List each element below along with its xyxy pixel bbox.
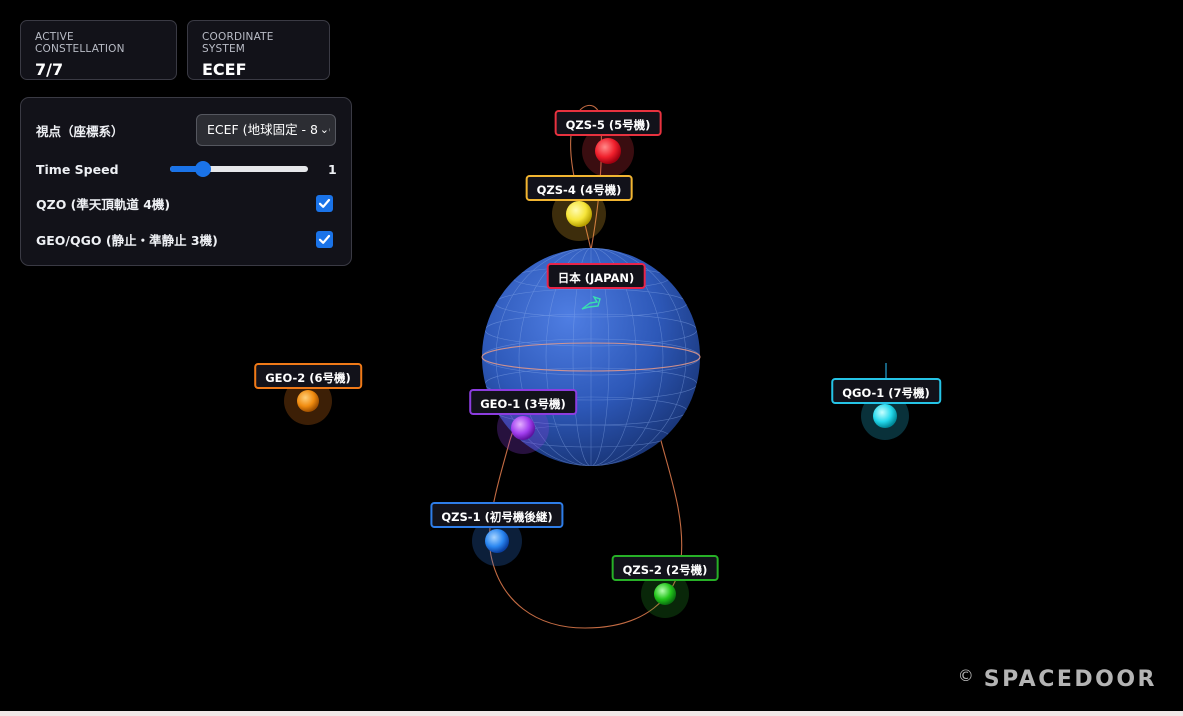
active-constellation-value: 7/7 [35, 60, 64, 79]
slider-thumb[interactable] [195, 161, 212, 177]
control-panel: 視点（座標系） ECEF (地球固定 - 8の ⌄ Time Speed 1 Q… [20, 97, 352, 266]
view-row: 視点（座標系） ECEF (地球固定 - 8の ⌄ [36, 113, 336, 147]
label-qzs-5[interactable]: QZS-5 (5号機) [554, 110, 662, 136]
time-speed-value: 1 [328, 161, 337, 177]
label-qzs-1[interactable]: QZS-1 (初号機後継) [430, 502, 564, 528]
check-icon [318, 198, 331, 208]
label-geo-2[interactable]: GEO-2 (6号機) [254, 363, 362, 389]
label-qzs-2[interactable]: QZS-2 (2号機) [611, 555, 719, 581]
bottom-strip [0, 711, 1183, 716]
label-qgo-1[interactable]: QGO-1 (7号機) [831, 378, 941, 404]
coordinate-system-label: COORDINATE SYSTEM [202, 31, 274, 55]
time-speed-control: 1 [170, 161, 337, 177]
geo-checkbox[interactable] [316, 230, 333, 248]
label-geo-1[interactable]: GEO-1 (3号機) [469, 389, 577, 415]
check-icon [318, 234, 331, 244]
time-speed-row: Time Speed 1 [36, 158, 337, 180]
watermark: © SPACEDOOR [957, 666, 1157, 692]
brand-logo: SPACEDOOR [983, 667, 1157, 692]
active-constellation-card: ACTIVE CONSTELLATION 7/7 [20, 20, 177, 80]
geo-toggle-label: GEO/QGO (静止・準静止 3機) [36, 232, 218, 248]
label-qzs-4[interactable]: QZS-4 (4号機) [525, 175, 633, 201]
qzo-checkbox[interactable] [316, 194, 333, 212]
view-label: 視点（座標系） [36, 123, 124, 139]
viewport[interactable]: ACTIVE CONSTELLATION 7/7 COORDINATE SYST… [0, 0, 1183, 716]
copyright-icon: © [957, 666, 974, 685]
chevron-down-icon: ⌄ [317, 115, 329, 145]
time-speed-label: Time Speed [36, 161, 119, 177]
geo-toggle-row: GEO/QGO (静止・準静止 3機) [36, 228, 336, 250]
coordinate-system-card: COORDINATE SYSTEM ECEF [187, 20, 330, 80]
active-constellation-label: ACTIVE CONSTELLATION [35, 31, 125, 55]
qzo-toggle-label: QZO (準天頂軌道 4機) [36, 196, 171, 212]
qzo-toggle-row: QZO (準天頂軌道 4機) [36, 192, 336, 214]
label-japan[interactable]: 日本 (JAPAN) [546, 263, 646, 289]
coordinate-system-value: ECEF [202, 60, 247, 79]
time-speed-slider[interactable] [170, 161, 308, 177]
view-select[interactable]: ECEF (地球固定 - 8の ⌄ [196, 114, 336, 146]
view-select-value: ECEF (地球固定 - 8の [207, 122, 331, 137]
